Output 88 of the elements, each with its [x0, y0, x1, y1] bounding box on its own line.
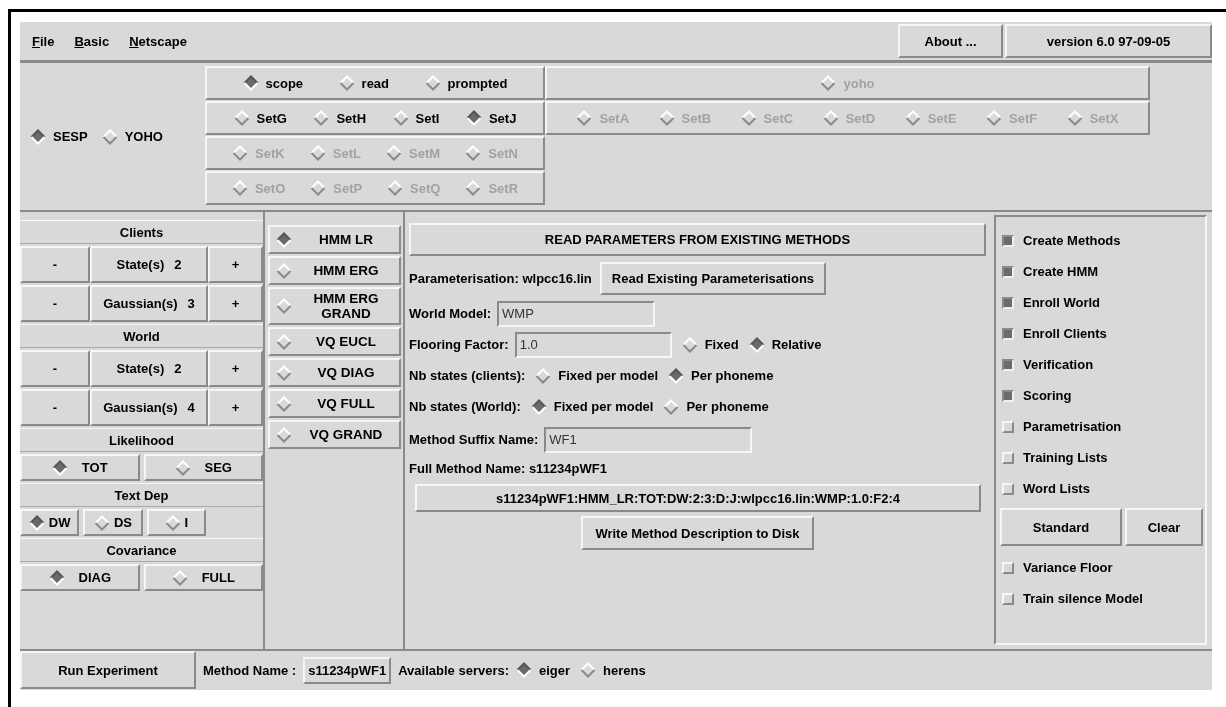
field-label: Nb states (clients):: [409, 368, 526, 383]
radio-button[interactable]: HMM LR: [268, 225, 401, 254]
radio-option[interactable]: eiger: [516, 662, 571, 678]
checkbox[interactable]: Train silence Model: [1002, 583, 1205, 614]
decrement-button[interactable]: -: [20, 389, 90, 426]
increment-button[interactable]: +: [208, 246, 263, 283]
checkbox[interactable]: Create HMM: [1002, 256, 1205, 287]
counter-label: Gaussian(s): [103, 296, 178, 311]
radio-option[interactable]: Fixed: [681, 336, 739, 353]
counter-value: 2: [174, 257, 182, 272]
method-description-display: s11234pWF1:HMM_LR:TOT:DW:2:3:D:J:wlpcc16.lin:WMP:1.0:F2:4: [415, 484, 981, 512]
counter-value: 4: [187, 400, 195, 415]
radio-option[interactable]: scope: [242, 75, 304, 91]
field-label: Nb states (World):: [409, 399, 521, 414]
decrement-button[interactable]: -: [20, 246, 90, 283]
text-field[interactable]: WMP: [497, 300, 656, 327]
field-label: Flooring Factor:: [409, 337, 509, 352]
field-label: Available servers:: [398, 662, 510, 678]
radio-button[interactable]: VQ GRAND: [268, 420, 401, 449]
radio-button[interactable]: I: [146, 509, 206, 536]
write-description-button[interactable]: Write Method Description to Disk: [581, 516, 814, 550]
section-heading: Text Dep: [20, 483, 263, 507]
checkbox[interactable]: Word Lists: [1002, 473, 1205, 504]
radio-option[interactable]: Fixed per model: [530, 398, 654, 415]
decrement-button[interactable]: -: [20, 350, 90, 387]
radio-option[interactable]: read: [338, 75, 390, 91]
field-label: Method Suffix Name:: [409, 432, 539, 447]
radio-option[interactable]: prompted: [424, 75, 508, 91]
radio-button[interactable]: VQ DIAG: [268, 358, 401, 387]
radio-option[interactable]: Relative: [748, 336, 822, 353]
about-button[interactable]: About ...: [898, 24, 1003, 58]
radio-button[interactable]: FULL: [143, 564, 263, 591]
increment-button[interactable]: +: [208, 389, 263, 426]
radio-button[interactable]: SEG: [143, 454, 263, 481]
read-parameterisations-button[interactable]: Read Existing Parameterisations: [599, 261, 827, 295]
radio-option[interactable]: SetJ: [465, 110, 517, 126]
checkbox[interactable]: Variance Floor: [1002, 552, 1205, 583]
field-label: Full Method Name: s11234pWF1: [409, 460, 607, 476]
clear-button[interactable]: Clear: [1125, 508, 1203, 546]
menu-item[interactable]: Basic: [74, 33, 110, 49]
section-heading: Covariance: [20, 538, 263, 562]
checkbox[interactable]: Scoring: [1002, 380, 1205, 411]
radio-option[interactable]: Fixed per model: [535, 367, 658, 384]
radio-option[interactable]: Per phoneme: [668, 367, 774, 384]
radio-button[interactable]: VQ FULL: [268, 389, 401, 418]
text-field[interactable]: WF1: [544, 426, 753, 453]
counter-label: Gaussian(s): [103, 400, 178, 415]
radio-option[interactable]: YOHO: [101, 128, 163, 145]
section-heading: Clients: [20, 220, 263, 244]
checkbox[interactable]: Verification: [1002, 349, 1205, 380]
field-label: Parameterisation: wlpcc16.lin: [409, 270, 592, 286]
counter-value: 3: [187, 296, 195, 311]
text-field[interactable]: 1.0: [514, 331, 672, 358]
method-name-display: s11234pWF1: [303, 656, 392, 684]
field-label: Method Name :: [203, 662, 297, 678]
version-label: version 6.0 97-09-05: [1005, 24, 1212, 58]
radio-button[interactable]: HMM ERG: [268, 256, 401, 285]
radio-button[interactable]: DW: [20, 509, 80, 536]
checkbox[interactable]: Create Methods: [1002, 225, 1205, 256]
counter-value: 2: [174, 361, 182, 376]
menu-item[interactable]: Netscape: [129, 33, 187, 49]
radio-option[interactable]: SetI: [392, 110, 440, 126]
menu-item[interactable]: File: [32, 33, 55, 49]
radio-option[interactable]: SetH: [313, 110, 367, 126]
radio-button[interactable]: VQ EUCL: [268, 327, 401, 356]
radio-option[interactable]: Per phoneme: [663, 398, 769, 415]
decrement-button[interactable]: -: [20, 285, 90, 322]
standard-button[interactable]: Standard: [1000, 508, 1122, 546]
radio-option[interactable]: SESP: [30, 128, 88, 145]
increment-button[interactable]: +: [208, 285, 263, 322]
radio-button[interactable]: HMM ERG GRAND: [268, 287, 401, 325]
checkbox[interactable]: Enroll World: [1002, 287, 1205, 318]
counter-label: State(s): [116, 361, 165, 376]
section-heading: Likelihood: [20, 428, 263, 452]
read-parameters-button[interactable]: READ PARAMETERS FROM EXISTING METHODS: [409, 223, 986, 256]
increment-button[interactable]: +: [208, 350, 263, 387]
radio-option[interactable]: SetG: [233, 110, 287, 126]
radio-option[interactable]: herens: [580, 662, 646, 678]
radio-button[interactable]: TOT: [20, 454, 140, 481]
checkbox[interactable]: Enroll Clients: [1002, 318, 1205, 349]
field-label: World Model:: [409, 306, 492, 321]
radio-button[interactable]: DIAG: [20, 564, 140, 591]
checkbox[interactable]: Training Lists: [1002, 442, 1205, 473]
checkbox[interactable]: Parametrisation: [1002, 411, 1205, 442]
radio-button[interactable]: DS: [83, 509, 143, 536]
counter-label: State(s): [116, 257, 165, 272]
run-experiment-button[interactable]: Run Experiment: [20, 651, 196, 689]
section-heading: World: [20, 324, 263, 348]
